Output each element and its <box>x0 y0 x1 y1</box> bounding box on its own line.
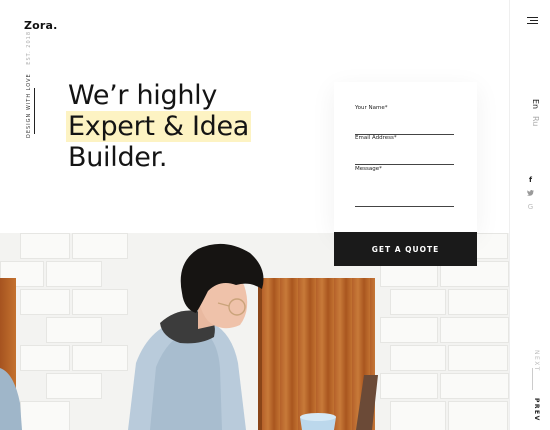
email-label: Email Address* <box>355 135 397 141</box>
headline-line-3: Builder. <box>68 142 168 173</box>
prev-slide-link[interactable]: PREV <box>533 398 540 422</box>
get-quote-button[interactable]: GET A QUOTE <box>334 232 477 266</box>
message-label: Message* <box>355 166 382 172</box>
message-field-group: Message* <box>355 166 454 207</box>
quote-form-card: Your Name* Email Address* Message* <box>334 82 477 232</box>
headline-line-2-highlighted: Expert & Idea <box>66 111 252 142</box>
twitter-bird-icon <box>527 190 534 196</box>
hero-headline: We’r highly Expert & Idea Builder. <box>66 80 252 173</box>
email-input[interactable] <box>355 155 454 162</box>
hamburger-menu-icon[interactable] <box>527 17 538 26</box>
language-en-link[interactable]: En <box>531 99 540 109</box>
slide-divider <box>532 368 533 390</box>
side-tagline: DESIGN WITH LOVE EST. 2018 <box>26 31 32 138</box>
message-input[interactable] <box>355 176 454 202</box>
google-icon[interactable]: G <box>510 203 550 211</box>
twitter-icon[interactable] <box>510 190 550 198</box>
right-sidebar: En Ru f G NEXT PREV <box>509 0 550 430</box>
side-tagline-secondary: EST. 2018 <box>26 30 32 65</box>
headline-line-1: We’r highly <box>68 80 218 111</box>
facebook-icon[interactable]: f <box>510 176 550 184</box>
email-field-group: Email Address* <box>355 135 454 165</box>
name-input[interactable] <box>355 125 454 132</box>
side-tagline-main: DESIGN WITH LOVE <box>26 73 32 138</box>
name-field-group: Your Name* <box>355 105 454 135</box>
name-label: Your Name* <box>355 105 388 111</box>
next-slide-link[interactable]: NEXT <box>533 350 540 372</box>
language-ru-link[interactable]: Ru <box>531 116 540 126</box>
side-divider <box>34 88 35 134</box>
